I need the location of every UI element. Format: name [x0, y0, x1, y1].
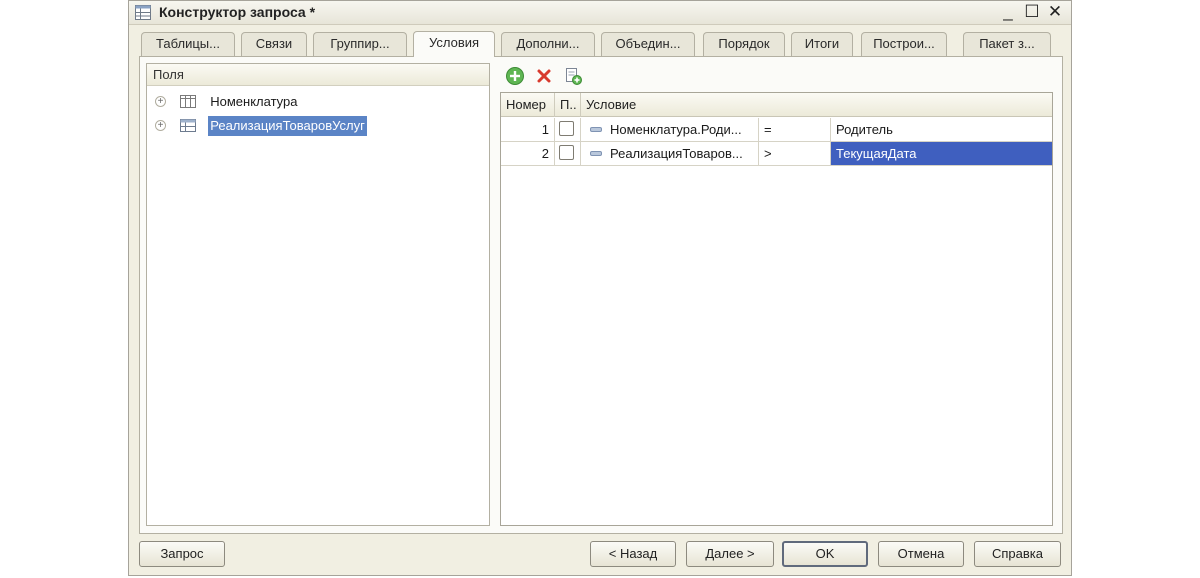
conditions-table[interactable]: Номер П.. Условие 1 Номенклатура.Роди...… [500, 92, 1053, 526]
cancel-button[interactable]: Отмена [878, 541, 964, 567]
column-header-condition[interactable]: Условие [581, 93, 1052, 117]
condition-operator[interactable]: = [759, 118, 831, 141]
row-number: 2 [501, 142, 555, 165]
table-row[interactable]: 2 РеализацияТоваров... > ТекущаяДата [501, 142, 1052, 166]
tab-unions[interactable]: Объедин... [601, 32, 695, 56]
app-table-icon [135, 5, 151, 20]
condition-operator[interactable]: > [759, 142, 831, 165]
tab-batch[interactable]: Пакет з... [963, 32, 1051, 56]
column-header-number[interactable]: Номер [501, 93, 555, 117]
next-button[interactable]: Далее > [686, 541, 774, 567]
add-icon[interactable] [505, 66, 525, 86]
tab-conditions[interactable]: Условия [413, 31, 495, 57]
expand-icon[interactable]: + [155, 120, 166, 132]
condition-field-cell[interactable]: Номенклатура.Роди... [581, 118, 759, 141]
tab-links[interactable]: Связи [241, 32, 307, 56]
table-header: Номер П.. Условие [501, 93, 1052, 117]
window-title: Конструктор запроса * [159, 4, 316, 20]
row-checkbox[interactable] [559, 121, 574, 136]
tree-item-label: РеализацияТоваровУслуг [208, 115, 367, 136]
tree-item-label: Номенклатура [210, 93, 298, 109]
tab-builder[interactable]: Построи... [861, 32, 947, 56]
fields-header: Поля [147, 64, 489, 86]
expand-icon[interactable]: + [155, 96, 166, 108]
minimize-button[interactable]: _ [997, 2, 1019, 22]
tab-totals[interactable]: Итоги [791, 32, 853, 56]
copy-icon[interactable] [563, 66, 583, 86]
fields-panel[interactable]: Поля + Номенклатура + РеализацияТоваровУ… [146, 63, 490, 526]
field-icon [590, 127, 602, 133]
tree-item-nomenclature[interactable]: + Номенклатура [155, 91, 300, 111]
maximize-button[interactable]: ☐ [1021, 2, 1043, 22]
tab-order[interactable]: Порядок [703, 32, 785, 56]
row-checkbox[interactable] [559, 145, 574, 160]
field-icon [590, 151, 602, 157]
document-table-icon [179, 119, 196, 133]
table-row[interactable]: 1 Номенклатура.Роди... = Родитель [501, 118, 1052, 142]
ok-button[interactable]: OK [782, 541, 868, 567]
condition-field: Номенклатура.Роди... [610, 122, 742, 137]
row-checkbox-cell [555, 142, 581, 165]
close-button[interactable]: ✕ [1044, 2, 1066, 22]
condition-value[interactable]: Родитель [831, 118, 1052, 141]
table-icon [179, 95, 196, 109]
tab-additional[interactable]: Дополни... [501, 32, 595, 56]
tree-item-sales[interactable]: + РеализацияТоваровУслуг [155, 115, 367, 136]
row-checkbox-cell [555, 118, 581, 141]
condition-field: РеализацияТоваров... [610, 146, 743, 161]
tab-grouping[interactable]: Группир... [313, 32, 407, 56]
back-button[interactable]: < Назад [590, 541, 676, 567]
condition-field-cell[interactable]: РеализацияТоваров... [581, 142, 759, 165]
column-header-flag[interactable]: П.. [555, 93, 581, 117]
delete-icon[interactable] [534, 66, 554, 86]
tab-tables[interactable]: Таблицы... [141, 32, 235, 56]
title-bar[interactable]: Конструктор запроса * _ ☐ ✕ [129, 1, 1071, 25]
condition-value[interactable]: ТекущаяДата [831, 142, 1052, 165]
tab-strip: Таблицы... Связи Группир... Условия Допо… [139, 31, 1063, 57]
query-button[interactable]: Запрос [139, 541, 225, 567]
help-button[interactable]: Справка [974, 541, 1061, 567]
row-number: 1 [501, 118, 555, 141]
